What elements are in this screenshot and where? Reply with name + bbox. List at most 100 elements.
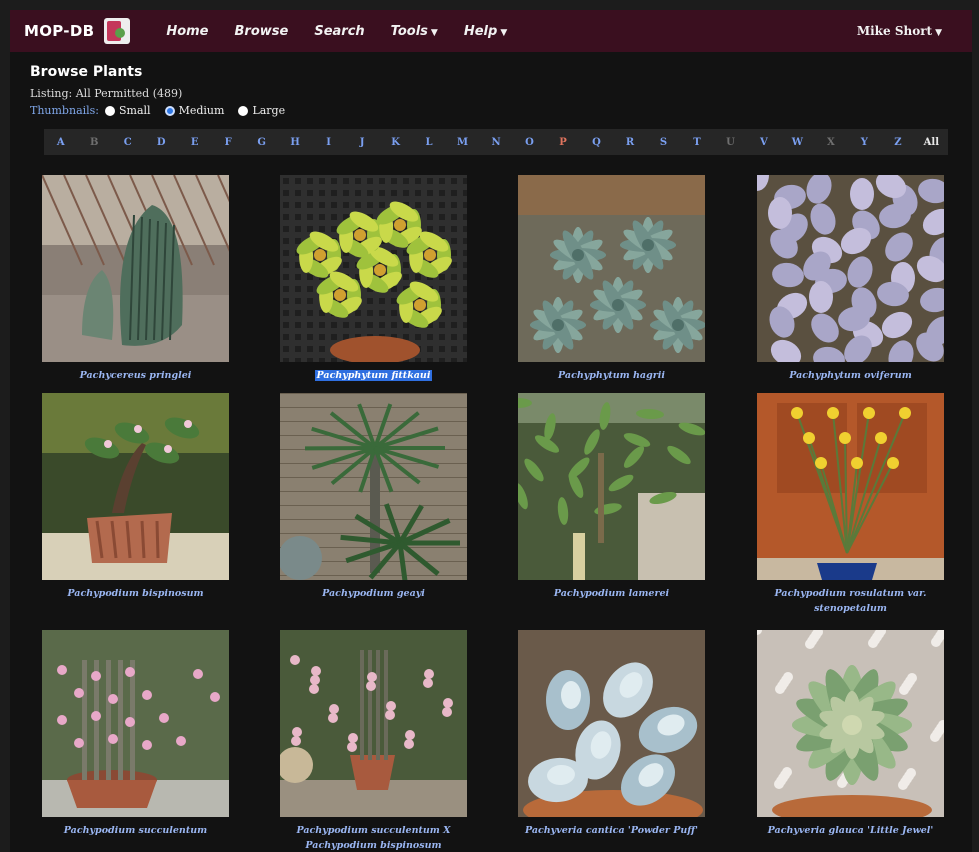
plant-thumbnail[interactable] [42,175,229,362]
plant-name-text[interactable]: Pachyphytum fittkaui [314,370,433,381]
plant-thumbnail[interactable] [757,175,944,362]
letter-filter-l[interactable]: L [412,137,445,148]
plant-name-text[interactable]: Pachypodium bispinosum [67,588,203,599]
letter-filter-y[interactable]: Y [848,137,881,148]
thumbnail-medium-radio[interactable]: Medium [164,104,225,117]
nav-label[interactable]: Home [166,24,208,39]
user-menu[interactable]: Mike Short ▼ [857,24,942,38]
plant-card[interactable]: Pachypodium succulentum X Pachypodium bi… [280,630,467,852]
page-title: Browse Plants [30,64,143,80]
thumbnail-large-radio[interactable]: Large [238,104,285,117]
letter-filter-q[interactable]: Q [580,137,613,148]
plant-card[interactable]: Pachyphytum oviferum [757,175,944,383]
plant-card[interactable]: Pachypodium lamerei [518,393,705,601]
plant-thumbnail[interactable] [280,630,467,817]
plant-name-text[interactable]: Pachypodium geayi [322,588,425,599]
nav-label[interactable]: Help [464,24,497,39]
plant-card[interactable]: Pachyphytum fittkaui [280,175,467,383]
letter-filter-a[interactable]: A [44,137,77,148]
plant-name-text[interactable]: Pachyveria cantica 'Powder Puff' [525,825,698,836]
nav-browse[interactable]: Browse [235,24,289,39]
nav-label[interactable]: Search [314,24,364,39]
brand-name[interactable]: MOP-DB [24,22,94,40]
plant-thumbnail[interactable] [518,175,705,362]
letter-filter-d[interactable]: D [144,137,177,148]
plant-name-link[interactable]: Pachyphytum fittkaui [280,368,467,383]
user-name[interactable]: Mike Short [857,24,932,38]
plant-thumbnail[interactable] [280,175,467,362]
plant-name-link[interactable]: Pachypodium succulentum [42,823,229,838]
plant-name-link[interactable]: Pachyveria cantica 'Powder Puff' [518,823,705,838]
letter-filter-u[interactable]: U [714,137,747,148]
plant-thumbnail[interactable] [42,630,229,817]
plant-name-text[interactable]: Pachycereus pringlei [80,370,192,381]
plant-thumbnail[interactable] [280,393,467,580]
plant-name-text[interactable]: Pachypodium succulentum [64,825,207,836]
radio-label[interactable]: Large [252,104,285,117]
letter-filter-x[interactable]: X [814,137,847,148]
plant-name-link[interactable]: Pachypodium bispinosum [42,586,229,601]
plant-name-text[interactable]: Pachypodium rosulatum var. stenopetalum [775,588,927,614]
letter-filter-k[interactable]: K [379,137,412,148]
plant-card[interactable]: Pachypodium bispinosum [42,393,229,601]
letter-filter-t[interactable]: T [680,137,713,148]
plant-thumbnail[interactable] [757,393,944,580]
letter-filter-s[interactable]: S [647,137,680,148]
plant-card[interactable]: Pachycereus pringlei [42,175,229,383]
plant-thumbnail[interactable] [518,630,705,817]
plant-card[interactable]: Pachypodium succulentum [42,630,229,838]
letter-filter-h[interactable]: H [278,137,311,148]
radio-dot-icon[interactable] [105,105,116,116]
plant-card[interactable]: Pachyveria glauca 'Little Jewel' [757,630,944,838]
letter-filter-c[interactable]: C [111,137,144,148]
nav-search[interactable]: Search [314,24,364,39]
plant-name-link[interactable]: Pachypodium lamerei [518,586,705,601]
nav-label[interactable]: Tools [391,24,428,39]
nav-help[interactable]: Help ▼ [464,24,507,39]
radio-dot-icon[interactable] [238,105,249,116]
nav-label[interactable]: Browse [235,24,289,39]
plant-card[interactable]: Pachyveria cantica 'Powder Puff' [518,630,705,838]
letter-filter-i[interactable]: I [312,137,345,148]
letter-filter-f[interactable]: F [211,137,244,148]
plant-name-link[interactable]: Pachyphytum oviferum [757,368,944,383]
letter-filter-j[interactable]: J [345,137,378,148]
letter-filter-v[interactable]: V [747,137,780,148]
plant-name-link[interactable]: Pachycereus pringlei [42,368,229,383]
letter-filter-all[interactable]: All [915,137,948,148]
letter-filter-e[interactable]: E [178,137,211,148]
plant-name-link[interactable]: Pachypodium rosulatum var. stenopetalum [757,586,944,616]
plant-name-text[interactable]: Pachyphytum hagrii [558,370,665,381]
letter-filter-o[interactable]: O [513,137,546,148]
radio-dot-icon[interactable] [164,105,175,116]
letter-filter-m[interactable]: M [446,137,479,148]
nav-tools[interactable]: Tools ▼ [391,24,438,39]
letter-filter-n[interactable]: N [479,137,512,148]
letter-filter-r[interactable]: R [613,137,646,148]
plant-name-link[interactable]: Pachyveria glauca 'Little Jewel' [757,823,944,838]
plant-name-text[interactable]: Pachypodium succulentum X Pachypodium bi… [296,825,450,851]
thumbnail-small-radio[interactable]: Small [105,104,151,117]
plant-name-link[interactable]: Pachypodium succulentum X Pachypodium bi… [280,823,467,852]
letter-filter-z[interactable]: Z [881,137,914,148]
plant-thumbnail[interactable] [42,393,229,580]
plant-thumbnail[interactable] [518,393,705,580]
radio-label[interactable]: Medium [179,104,225,117]
plant-name-text[interactable]: Pachypodium lamerei [554,588,669,599]
plant-name-text[interactable]: Pachyphytum oviferum [789,370,912,381]
plant-card[interactable]: Pachypodium rosulatum var. stenopetalum [757,393,944,616]
brand[interactable]: MOP-DB [24,18,131,44]
plant-card[interactable]: Pachypodium geayi [280,393,467,601]
plant-name-link[interactable]: Pachypodium geayi [280,586,467,601]
letter-filter-p[interactable]: P [546,137,579,148]
plant-name-link[interactable]: Pachyphytum hagrii [518,368,705,383]
nav-home[interactable]: Home [166,24,208,39]
radio-label[interactable]: Small [119,104,151,117]
plant-name-text[interactable]: Pachyveria glauca 'Little Jewel' [768,825,934,836]
plant-card[interactable]: Pachyphytum hagrii [518,175,705,383]
brand-logo-icon[interactable] [104,18,131,44]
letter-filter-b[interactable]: B [77,137,110,148]
letter-filter-w[interactable]: W [781,137,814,148]
plant-thumbnail[interactable] [757,630,944,817]
letter-filter-g[interactable]: G [245,137,278,148]
